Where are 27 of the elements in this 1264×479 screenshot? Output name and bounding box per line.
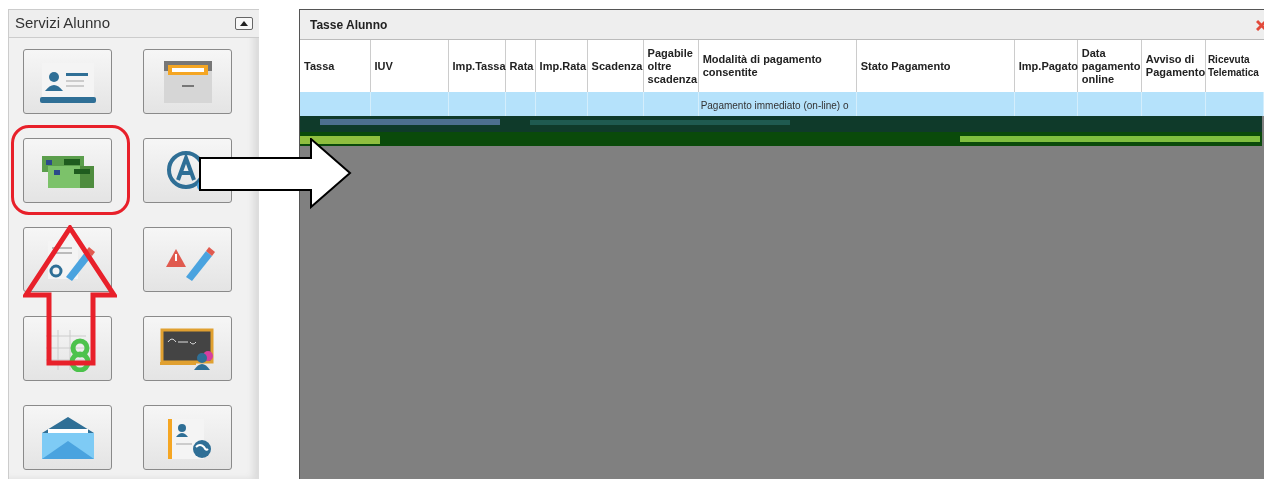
service-tile[interactable]: [23, 49, 112, 114]
column-header: IUV: [370, 40, 449, 92]
column-header: Ricevuta Telematica: [1205, 40, 1264, 92]
service-tile[interactable]: [23, 138, 112, 203]
table-cell: Pagamento immediato (on-line) o: [700, 100, 849, 111]
close-icon[interactable]: [1256, 18, 1264, 31]
service-tile[interactable]: [23, 405, 112, 470]
service-tile[interactable]: [143, 227, 232, 292]
service-tile[interactable]: [143, 49, 232, 114]
column-header: Data pagamento online: [1077, 40, 1142, 92]
column-header: Imp.Rata: [535, 40, 588, 92]
column-header: Modalità di pagamento consentite: [698, 40, 857, 92]
collapse-button[interactable]: [235, 17, 253, 30]
table-row[interactable]: Pagamento immediato (on-line) o: [300, 92, 1264, 116]
column-header: Scadenza: [587, 40, 644, 92]
column-header: Avviso di Pagamento: [1141, 40, 1206, 92]
service-tile[interactable]: [143, 316, 232, 381]
column-header: Imp.Tassa: [448, 40, 506, 92]
collapse-icon: [240, 21, 248, 26]
column-header: Imp.Pagato: [1014, 40, 1078, 92]
panel-title: Servizi Alunno: [15, 13, 111, 34]
column-header: Tassa: [300, 40, 371, 92]
column-header: Pagabile oltre scadenza: [643, 40, 699, 92]
window-title: Tasse Alunno: [310, 16, 388, 34]
column-header: Stato Pagamento: [856, 40, 1015, 92]
column-header: Rata: [505, 40, 536, 92]
service-tile[interactable]: [143, 405, 232, 470]
